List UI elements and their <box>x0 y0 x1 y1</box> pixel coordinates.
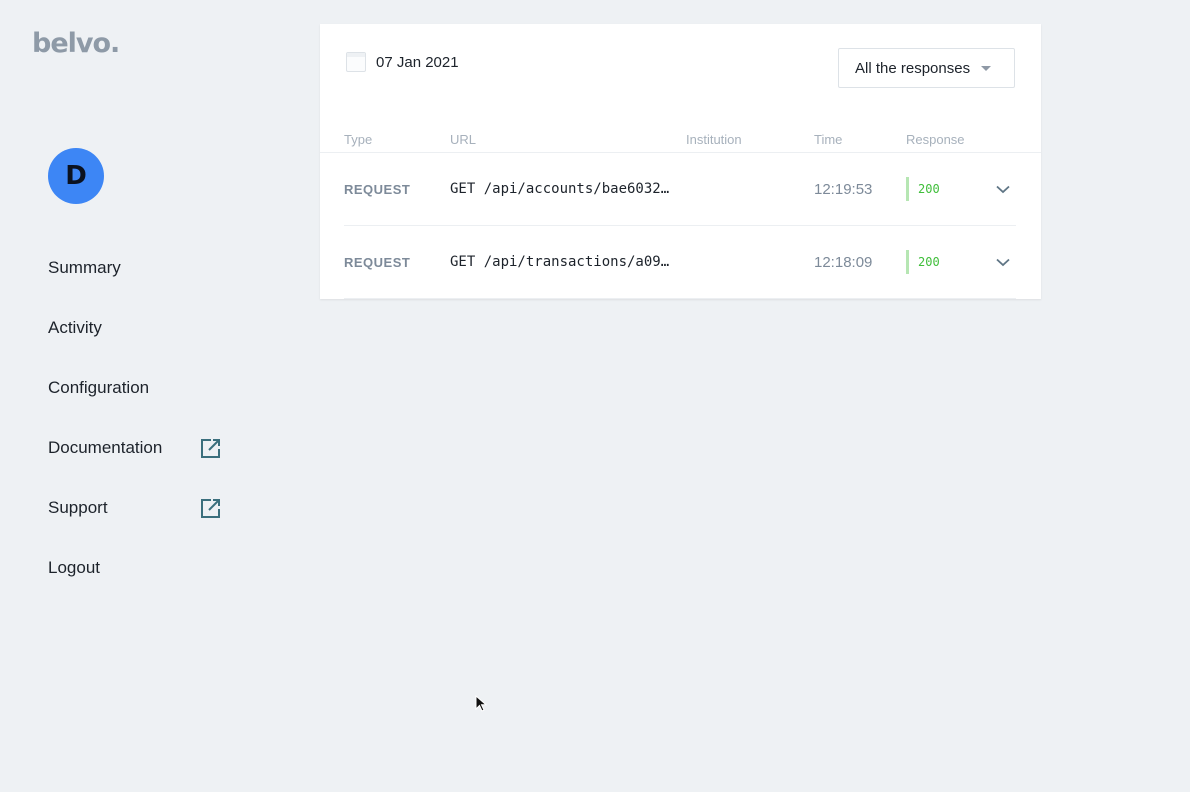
response-status: 200 <box>906 226 940 298</box>
expand-row-button[interactable] <box>996 153 1012 225</box>
table-row[interactable]: REQUEST GET /api/accounts/bae6032… 12:19… <box>344 153 1016 226</box>
row-time: 12:19:53 <box>814 180 873 198</box>
column-header-url: URL <box>450 132 477 147</box>
chevron-down-icon <box>996 185 1010 193</box>
row-time: 12:18:09 <box>814 253 873 271</box>
sidebar-item-label: Configuration <box>48 378 150 397</box>
row-type: REQUEST <box>344 254 411 270</box>
sidebar-item-label: Documentation <box>48 438 163 457</box>
row-url: GET /api/transactions/a09… <box>450 254 670 270</box>
avatar-initial: D <box>65 161 87 191</box>
column-header-institution: Institution <box>686 132 742 147</box>
external-link-icon[interactable] <box>200 437 222 459</box>
external-link-icon[interactable] <box>200 497 222 519</box>
status-indicator-bar <box>906 250 909 274</box>
sidebar-item-activity[interactable]: Activity <box>48 298 228 358</box>
response-filter-dropdown[interactable]: All the responses <box>838 48 1015 88</box>
column-header-time: Time <box>814 132 843 147</box>
chevron-down-icon <box>996 258 1010 266</box>
sidebar-nav: Summary Activity Configuration Documenta… <box>48 238 228 598</box>
status-indicator-bar <box>906 177 909 201</box>
activity-panel: 07 Jan 2021 All the responses Type URL I… <box>320 24 1041 299</box>
sidebar-item-documentation[interactable]: Documentation <box>48 418 228 478</box>
row-type: REQUEST <box>344 181 411 197</box>
table-row[interactable]: REQUEST GET /api/transactions/a09… 12:18… <box>344 226 1016 299</box>
selected-date: 07 Jan 2021 <box>376 53 459 71</box>
date-picker[interactable]: 07 Jan 2021 <box>346 52 459 72</box>
table-header: Type URL Institution Time Response <box>320 132 1041 153</box>
sidebar-item-configuration[interactable]: Configuration <box>48 358 228 418</box>
expand-row-button[interactable] <box>996 226 1012 298</box>
mouse-cursor-icon <box>475 695 487 712</box>
column-header-response: Response <box>906 132 965 147</box>
calendar-icon[interactable] <box>346 52 366 72</box>
sidebar-item-support[interactable]: Support <box>48 478 228 538</box>
status-code: 200 <box>918 255 940 269</box>
column-header-type: Type <box>344 132 373 147</box>
brand-logo[interactable]: belvo. <box>32 28 120 59</box>
response-filter-value: All the responses <box>855 59 971 77</box>
row-url: GET /api/accounts/bae6032… <box>450 181 670 197</box>
sidebar-item-label: Logout <box>48 558 100 577</box>
status-code: 200 <box>918 182 940 196</box>
user-avatar[interactable]: D <box>48 148 104 204</box>
sidebar-item-label: Summary <box>48 258 121 277</box>
sidebar-item-label: Support <box>48 498 108 517</box>
response-status: 200 <box>906 153 940 225</box>
sidebar-item-label: Activity <box>48 318 102 337</box>
caret-down-icon <box>981 66 991 71</box>
sidebar-item-logout[interactable]: Logout <box>48 538 228 598</box>
sidebar-item-summary[interactable]: Summary <box>48 238 228 298</box>
